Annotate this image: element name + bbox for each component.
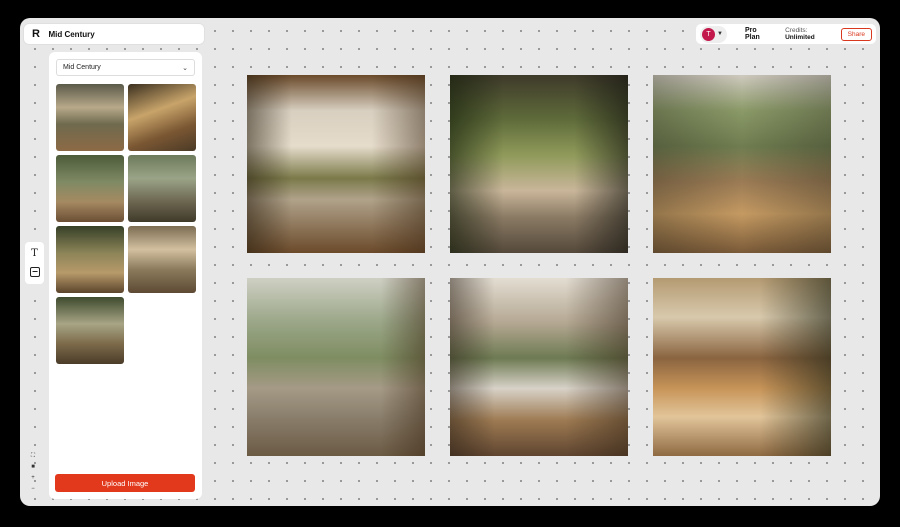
chevron-down-icon: ⌄ xyxy=(182,64,188,72)
thumbnail-5[interactable] xyxy=(56,226,124,293)
thumbnail-3[interactable] xyxy=(56,155,124,222)
account-bar: T ▼ Pro Plan Credits: Unlimited Share xyxy=(696,24,876,44)
zoom-controls: ⛶ ■ + − xyxy=(27,452,39,493)
credits-value: Unlimited xyxy=(785,34,815,41)
gallery-image-5[interactable] xyxy=(450,278,628,456)
credits-label: Credits: xyxy=(785,27,808,34)
credits-info: Credits: Unlimited xyxy=(785,27,835,41)
thumbnail-list xyxy=(56,84,196,364)
style-select[interactable]: Mid Century ⌄ xyxy=(56,59,195,76)
fit-screen-icon[interactable]: ⛶ xyxy=(31,452,35,460)
thumbnail-2[interactable] xyxy=(128,84,196,151)
title-bar: R Mid Century xyxy=(24,24,204,44)
thumbnail-1[interactable] xyxy=(56,84,124,151)
thumbnail-6[interactable] xyxy=(128,226,196,293)
account-menu[interactable]: T ▼ xyxy=(700,25,727,43)
gallery-image-2[interactable] xyxy=(450,75,628,253)
image-tool-icon[interactable] xyxy=(29,267,40,277)
tool-palette: T xyxy=(25,242,44,284)
gallery-image-6[interactable] xyxy=(653,278,831,456)
style-select-value: Mid Century xyxy=(63,64,101,71)
upload-image-button[interactable]: Upload Image xyxy=(55,474,195,492)
app-window: R Mid Century T ▼ Pro Plan Credits: Unli… xyxy=(20,18,880,506)
plan-label: Pro Plan xyxy=(744,27,760,41)
zoom-in-icon[interactable]: + xyxy=(31,474,35,482)
lock-icon[interactable]: ■ xyxy=(31,463,35,471)
gallery-image-3[interactable] xyxy=(653,75,831,253)
gallery-image-1[interactable] xyxy=(247,75,425,253)
chevron-down-icon[interactable]: ▼ xyxy=(717,31,723,37)
app-logo[interactable]: R xyxy=(32,28,40,40)
thumbnail-4[interactable] xyxy=(128,155,196,222)
thumbnail-7[interactable] xyxy=(56,297,124,364)
avatar[interactable]: T xyxy=(702,27,715,41)
text-tool-icon[interactable]: T xyxy=(31,249,38,259)
sidebar: Mid Century ⌄ Upload Image xyxy=(49,52,202,499)
project-title[interactable]: Mid Century xyxy=(48,30,94,39)
zoom-out-icon[interactable]: − xyxy=(31,485,35,493)
gallery-image-4[interactable] xyxy=(247,278,425,456)
share-button[interactable]: Share xyxy=(840,27,872,41)
